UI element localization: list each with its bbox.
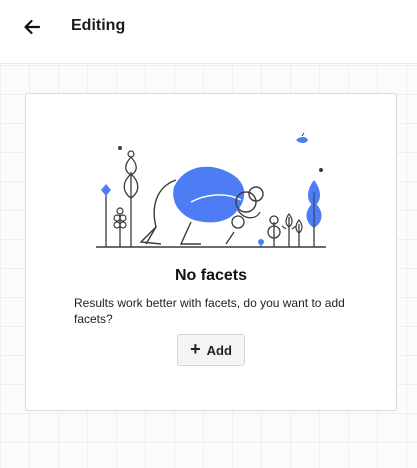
empty-state-illustration (96, 132, 326, 248)
empty-state-description: Results work better with facets, do you … (74, 296, 345, 326)
add-facet-button[interactable]: + Add (177, 334, 245, 366)
empty-state-title: No facets (174, 267, 248, 284)
back-button[interactable] (18, 13, 46, 41)
plus-icon: + (190, 339, 201, 359)
empty-state-card: No facets Results work better with facet… (25, 93, 397, 411)
add-button-label: Add (206, 342, 232, 358)
arrow-left-icon (24, 19, 41, 35)
top-bar: Editing (0, 0, 417, 64)
page-title: Editing (71, 17, 126, 34)
page: Editing No facets Results work better wi… (0, 0, 417, 468)
